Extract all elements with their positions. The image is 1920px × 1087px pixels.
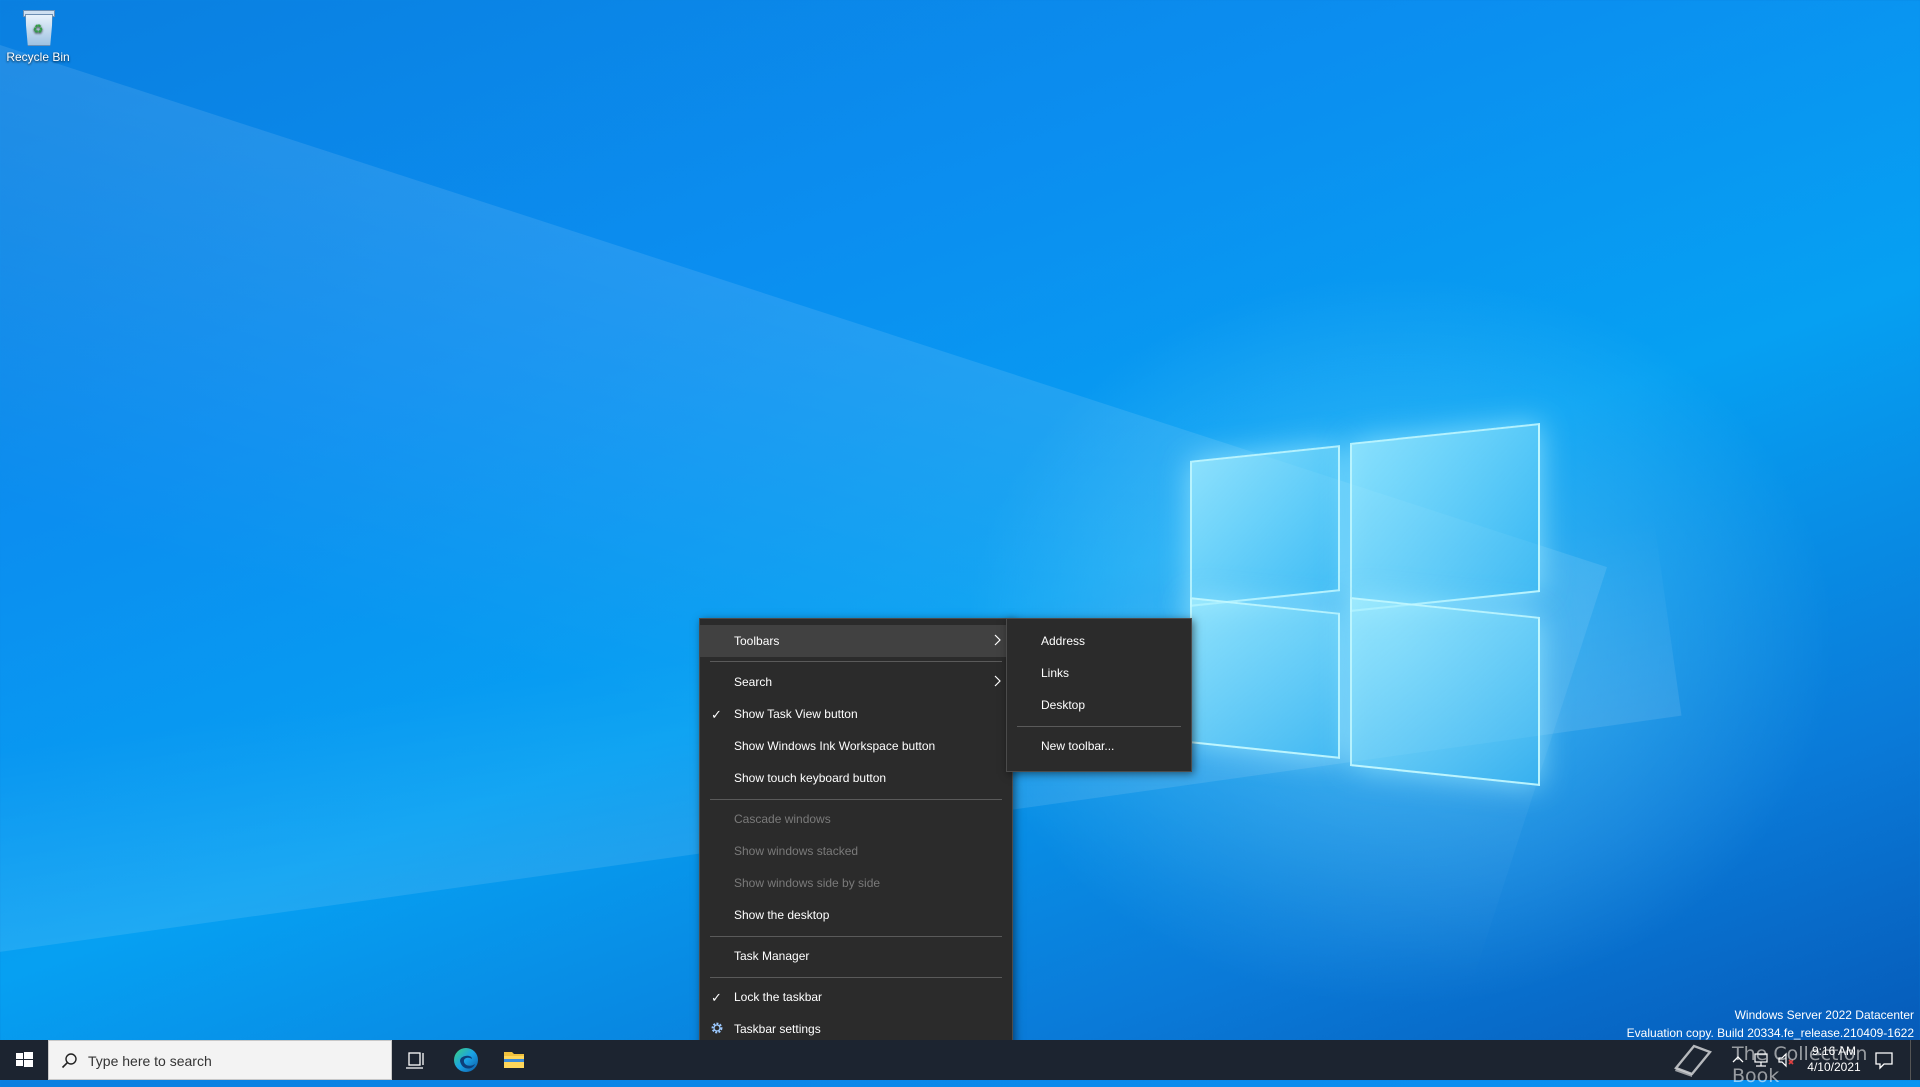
- gear-icon: [711, 1022, 723, 1034]
- menu-item-show-task-view-button[interactable]: ✓ Show Task View button: [700, 698, 1012, 730]
- taskbar-context-menu: Toolbars Search ✓ Show Task View button …: [699, 618, 1013, 1054]
- task-view-icon: [406, 1052, 424, 1069]
- menu-item-show-windows-stacked: Show windows stacked: [734, 844, 859, 858]
- menu-separator: [1017, 726, 1181, 727]
- search-icon: [61, 1053, 77, 1069]
- submenu-item-address[interactable]: Address: [1007, 625, 1191, 657]
- overlay-watermark-text: The Collection Book: [1732, 1043, 1868, 1087]
- menu-item-show-touch-keyboard-button[interactable]: Show touch keyboard button: [700, 762, 1012, 794]
- menu-separator: [710, 977, 1002, 978]
- menu-item-toolbars[interactable]: Toolbars: [700, 625, 1012, 657]
- menu-item-show-windows-ink-workspace-button[interactable]: Show Windows Ink Workspace button: [700, 730, 1012, 762]
- start-button[interactable]: [0, 1040, 48, 1080]
- toolbars-submenu: Address Links Desktop New toolbar...: [1006, 618, 1192, 772]
- menu-separator: [710, 799, 1002, 800]
- menu-separator: [710, 936, 1002, 937]
- recycle-bin-icon: ♻: [21, 8, 55, 46]
- menu-item-cascade-windows: Cascade windows: [734, 812, 831, 826]
- os-watermark: Windows Server 2022 Datacenter Evaluatio…: [1627, 1006, 1914, 1042]
- menu-item-show-the-desktop[interactable]: Show the desktop: [700, 899, 1012, 931]
- watermark-edition: Windows Server 2022 Datacenter: [1734, 1008, 1914, 1022]
- file-explorer-icon: [504, 1052, 524, 1068]
- submenu-item-links[interactable]: Links: [1007, 657, 1191, 689]
- desktop-icon-label: Recycle Bin: [6, 50, 70, 64]
- edge-icon: [454, 1048, 478, 1072]
- chevron-right-icon: [994, 675, 1001, 687]
- taskbar-search-box[interactable]: Type here to search: [48, 1040, 392, 1080]
- search-placeholder: Type here to search: [88, 1053, 212, 1069]
- menu-item-task-manager[interactable]: Task Manager: [700, 940, 1012, 972]
- task-view-button[interactable]: [392, 1040, 440, 1080]
- submenu-item-desktop[interactable]: Desktop: [1007, 689, 1191, 721]
- windows-start-icon: [16, 1052, 33, 1067]
- menu-separator: [710, 661, 1002, 662]
- file-explorer-taskbar-button[interactable]: [490, 1040, 538, 1080]
- edge-taskbar-button[interactable]: [442, 1040, 490, 1080]
- checkmark-icon: ✓: [711, 990, 722, 1005]
- chevron-right-icon: [994, 634, 1001, 646]
- menu-item-search[interactable]: Search: [700, 666, 1012, 698]
- menu-item-show-windows-side-by-side: Show windows side by side: [734, 876, 881, 890]
- desktop-icon-recycle-bin[interactable]: ♻ Recycle Bin: [4, 8, 72, 64]
- windows-logo-wallpaper: [1190, 423, 1540, 786]
- book-logo-icon: [1674, 1044, 1712, 1077]
- submenu-item-new-toolbar[interactable]: New toolbar...: [1007, 730, 1191, 762]
- checkmark-icon: ✓: [711, 707, 722, 722]
- menu-item-lock-the-taskbar[interactable]: ✓ Lock the taskbar: [700, 981, 1012, 1013]
- taskbar: Type here to search 9:16 AM 4/10/2021: [0, 1040, 1920, 1080]
